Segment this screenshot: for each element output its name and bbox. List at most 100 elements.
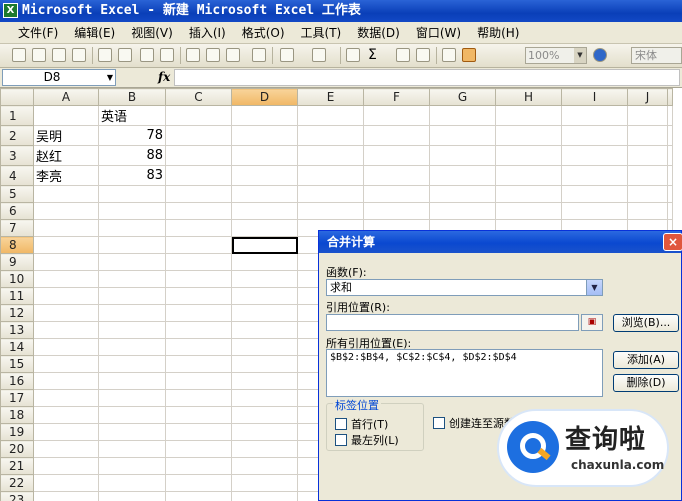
drawing-icon[interactable] — [462, 48, 476, 62]
permission-icon[interactable] — [72, 48, 86, 62]
cell-f6[interactable] — [363, 202, 430, 220]
cell-b2[interactable]: 78 — [98, 125, 166, 146]
menu-data[interactable]: 数据(D) — [357, 24, 400, 41]
cell-d1[interactable] — [231, 105, 298, 126]
cell-i3[interactable] — [561, 145, 628, 166]
cell-d2[interactable] — [231, 125, 298, 146]
row-header-5[interactable]: 5 — [0, 185, 34, 203]
row-header-6[interactable]: 6 — [0, 202, 34, 220]
cell-b4[interactable]: 83 — [98, 165, 166, 186]
cell-a23[interactable] — [33, 491, 99, 501]
row-header-14[interactable]: 14 — [0, 338, 34, 356]
cell-c2[interactable] — [165, 125, 232, 146]
column-header-d[interactable]: D — [231, 88, 298, 106]
cell-j1[interactable] — [627, 105, 668, 126]
row-header-8[interactable]: 8 — [0, 236, 34, 254]
cell-g3[interactable] — [429, 145, 496, 166]
column-header-i[interactable]: I — [561, 88, 628, 106]
column-header-f[interactable]: F — [363, 88, 430, 106]
cell-j5[interactable] — [627, 185, 668, 203]
cell-a17[interactable] — [33, 389, 99, 407]
cell-overflow[interactable] — [667, 125, 673, 146]
cell-b20[interactable] — [98, 440, 166, 458]
cut-icon[interactable] — [186, 48, 200, 62]
cell-g6[interactable] — [429, 202, 496, 220]
save-icon[interactable] — [52, 48, 66, 62]
cell-c15[interactable] — [165, 355, 232, 373]
cell-b23[interactable] — [98, 491, 166, 501]
function-select[interactable]: 求和 ▼ — [326, 279, 603, 296]
hyperlink-icon[interactable] — [346, 48, 360, 62]
cell-c9[interactable] — [165, 253, 232, 271]
cell-a14[interactable] — [33, 338, 99, 356]
all-references-list[interactable]: $B$2:$B$4, $C$2:$C$4, $D$2:$D$4 — [326, 349, 603, 397]
cell-b15[interactable] — [98, 355, 166, 373]
cell-h5[interactable] — [495, 185, 562, 203]
cell-c22[interactable] — [165, 474, 232, 492]
research-icon[interactable] — [160, 48, 174, 62]
cell-b22[interactable] — [98, 474, 166, 492]
row-header-17[interactable]: 17 — [0, 389, 34, 407]
cell-c5[interactable] — [165, 185, 232, 203]
cell-overflow[interactable] — [667, 202, 673, 220]
new-icon[interactable] — [12, 48, 26, 62]
chart-wizard-icon[interactable] — [442, 48, 456, 62]
cell-c12[interactable] — [165, 304, 232, 322]
cell-c10[interactable] — [165, 270, 232, 288]
cell-b7[interactable] — [98, 219, 166, 237]
open-icon[interactable] — [32, 48, 46, 62]
cell-b17[interactable] — [98, 389, 166, 407]
row-header-10[interactable]: 10 — [0, 270, 34, 288]
reference-input[interactable] — [326, 314, 579, 331]
cell-f3[interactable] — [363, 145, 430, 166]
cell-c21[interactable] — [165, 457, 232, 475]
cell-c13[interactable] — [165, 321, 232, 339]
format-painter-icon[interactable] — [252, 48, 266, 62]
cell-g4[interactable] — [429, 165, 496, 186]
left-column-checkbox[interactable]: 最左列(L) — [335, 434, 399, 447]
cell-g2[interactable] — [429, 125, 496, 146]
row-header-7[interactable]: 7 — [0, 219, 34, 237]
row-header-23[interactable]: 23 — [0, 491, 34, 501]
cell-a4[interactable]: 李亮 — [33, 165, 99, 186]
cell-f4[interactable] — [363, 165, 430, 186]
menu-help[interactable]: 帮助(H) — [477, 24, 519, 41]
cell-d8[interactable] — [231, 236, 298, 254]
cell-g1[interactable] — [429, 105, 496, 126]
autosum-icon[interactable]: Σ — [368, 47, 377, 63]
cell-h1[interactable] — [495, 105, 562, 126]
cell-e4[interactable] — [297, 165, 364, 186]
cell-i4[interactable] — [561, 165, 628, 186]
cell-d11[interactable] — [231, 287, 298, 305]
cell-f1[interactable] — [363, 105, 430, 126]
add-button[interactable]: 添加(A) — [613, 351, 679, 369]
redo-icon[interactable] — [312, 48, 326, 62]
cell-a12[interactable] — [33, 304, 99, 322]
cell-d19[interactable] — [231, 423, 298, 441]
sort-ascending-icon[interactable] — [396, 48, 410, 62]
cell-a19[interactable] — [33, 423, 99, 441]
cell-a18[interactable] — [33, 406, 99, 424]
cell-d14[interactable] — [231, 338, 298, 356]
cell-a20[interactable] — [33, 440, 99, 458]
cell-h4[interactable] — [495, 165, 562, 186]
column-header-g[interactable]: G — [429, 88, 496, 106]
cell-d13[interactable] — [231, 321, 298, 339]
cell-b19[interactable] — [98, 423, 166, 441]
cell-c7[interactable] — [165, 219, 232, 237]
browse-button[interactable]: 浏览(B)... — [613, 314, 679, 332]
menu-insert[interactable]: 插入(I) — [189, 24, 226, 41]
cell-e1[interactable] — [297, 105, 364, 126]
row-header-2[interactable]: 2 — [0, 125, 34, 146]
cell-a11[interactable] — [33, 287, 99, 305]
row-header-11[interactable]: 11 — [0, 287, 34, 305]
row-header-20[interactable]: 20 — [0, 440, 34, 458]
cell-overflow[interactable] — [667, 105, 673, 126]
row-header-3[interactable]: 3 — [0, 145, 34, 166]
cell-d7[interactable] — [231, 219, 298, 237]
cell-j4[interactable] — [627, 165, 668, 186]
cell-d6[interactable] — [231, 202, 298, 220]
column-header-a[interactable]: A — [33, 88, 99, 106]
list-item[interactable]: $B$2:$B$4, $C$2:$C$4, $D$2:$D$4 — [330, 352, 599, 363]
cell-d20[interactable] — [231, 440, 298, 458]
